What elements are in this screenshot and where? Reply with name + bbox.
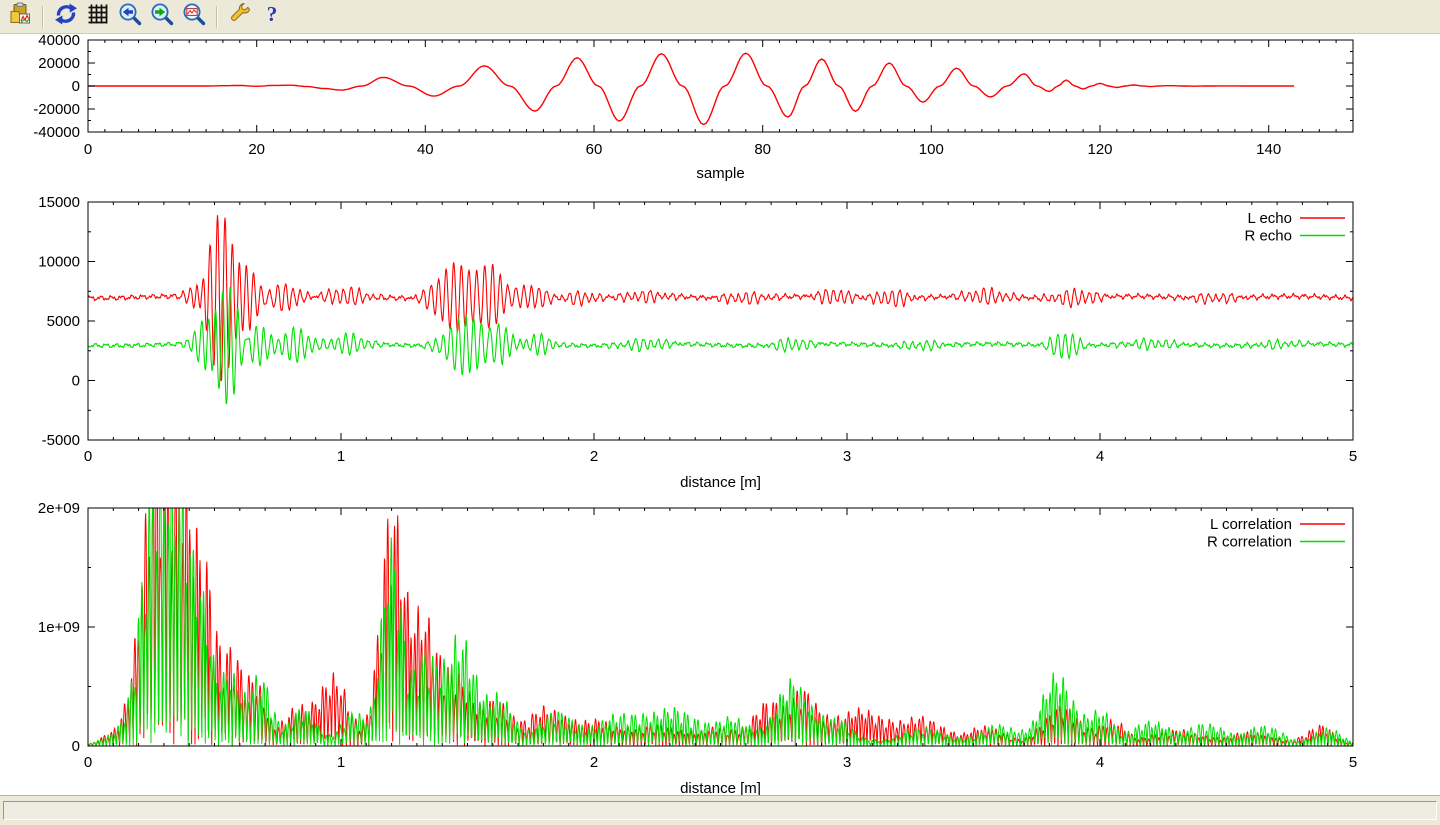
y-tick-label: 10000 [38,254,80,271]
pulse-chart[interactable]: 0 20 40 60 80 100 120 140 -40000 -20000 0 20000 4000… [0,33,1440,195]
x-tick-label: 80 [754,141,771,158]
legend-label: R correlation [1207,534,1292,551]
toggle-grid-button[interactable] [83,3,113,31]
legend-label: L echo [1248,210,1292,227]
toggle-grid-icon [86,2,110,31]
series-pulse [88,53,1294,124]
y-tick-label: 40000 [38,33,80,49]
x-tick-label: 3 [843,448,851,465]
x-axis-label: sample [696,165,744,182]
x-tick-label: 4 [1096,448,1104,465]
y-tick-label: 1e+09 [38,619,80,636]
x-tick-label: 1 [337,754,345,771]
axis-ticks [88,202,1353,440]
y-tick-label: -5000 [42,432,80,449]
help-icon: ? [260,2,284,31]
x-axis-label: distance [m] [680,474,761,491]
axis-ticks [88,508,1353,746]
y-tick-label: -40000 [33,124,80,141]
status-bar [0,795,1440,825]
x-tick-label: 60 [586,141,603,158]
x-tick-label: 20 [248,141,265,158]
copy-plot-to-clipboard-icon [8,2,32,31]
copy-to-clipboard-button[interactable] [5,3,35,31]
x-tick-label: 120 [1087,141,1112,158]
configure-icon [228,2,252,31]
series-l-correlation [88,500,1353,746]
legend-label: L correlation [1210,516,1292,533]
correlation-chart[interactable]: 01234501e+092e+09distance [m]L correlati… [0,500,1440,800]
x-tick-label: 3 [843,754,851,771]
x-tick-label: 100 [919,141,944,158]
autoscale-button[interactable] [179,3,209,31]
x-tick-label: 0 [84,754,92,771]
x-tick-label: 0 [84,448,92,465]
x-tick-label: 2 [590,754,598,771]
svg-text:?: ? [267,2,278,26]
y-tick-label: 20000 [38,55,80,72]
x-tick-label: 2 [590,448,598,465]
replot-icon [54,2,78,31]
toolbar-separator [216,6,218,28]
configure-button[interactable] [225,3,255,31]
y-tick-label: 15000 [38,195,80,211]
legend-label: R echo [1244,228,1292,245]
zoom-next-icon [150,2,174,31]
x-tick-label: 5 [1349,448,1357,465]
echo-chart[interactable]: 012345-5000050001000015000distance [m]L … [0,195,1440,500]
toolbar-separator [42,6,44,28]
series-l-echo [88,215,1353,381]
x-tick-label: 5 [1349,754,1357,771]
y-tick-label: -20000 [33,101,80,118]
x-tick-label: 0 [84,141,92,158]
help-button[interactable]: ? [257,3,287,31]
x-tick-label: 1 [337,448,345,465]
replot-button[interactable] [51,3,81,31]
y-tick-label: 0 [72,373,80,390]
plot-frame [88,202,1353,440]
zoom-previous-button[interactable] [115,3,145,31]
zoom-next-button[interactable] [147,3,177,31]
series-r-echo [88,287,1353,404]
y-tick-label: 0 [72,738,80,755]
x-tick-label: 140 [1256,141,1281,158]
apply-autoscale-icon [182,2,206,31]
x-tick-label: 4 [1096,754,1104,771]
y-tick-label: 5000 [47,313,80,330]
x-tick-label: 40 [417,141,434,158]
plot-frame [88,508,1353,746]
plot-canvas[interactable]: 020406080100120140-40000-200000200004000… [0,34,1440,795]
series-r-correlation [88,500,1353,746]
y-tick-label: 2e+09 [38,500,80,517]
toolbar: ? [0,0,1440,34]
y-tick-label: 0 [72,78,80,95]
zoom-previous-icon [118,2,142,31]
status-message-field [3,801,1437,820]
